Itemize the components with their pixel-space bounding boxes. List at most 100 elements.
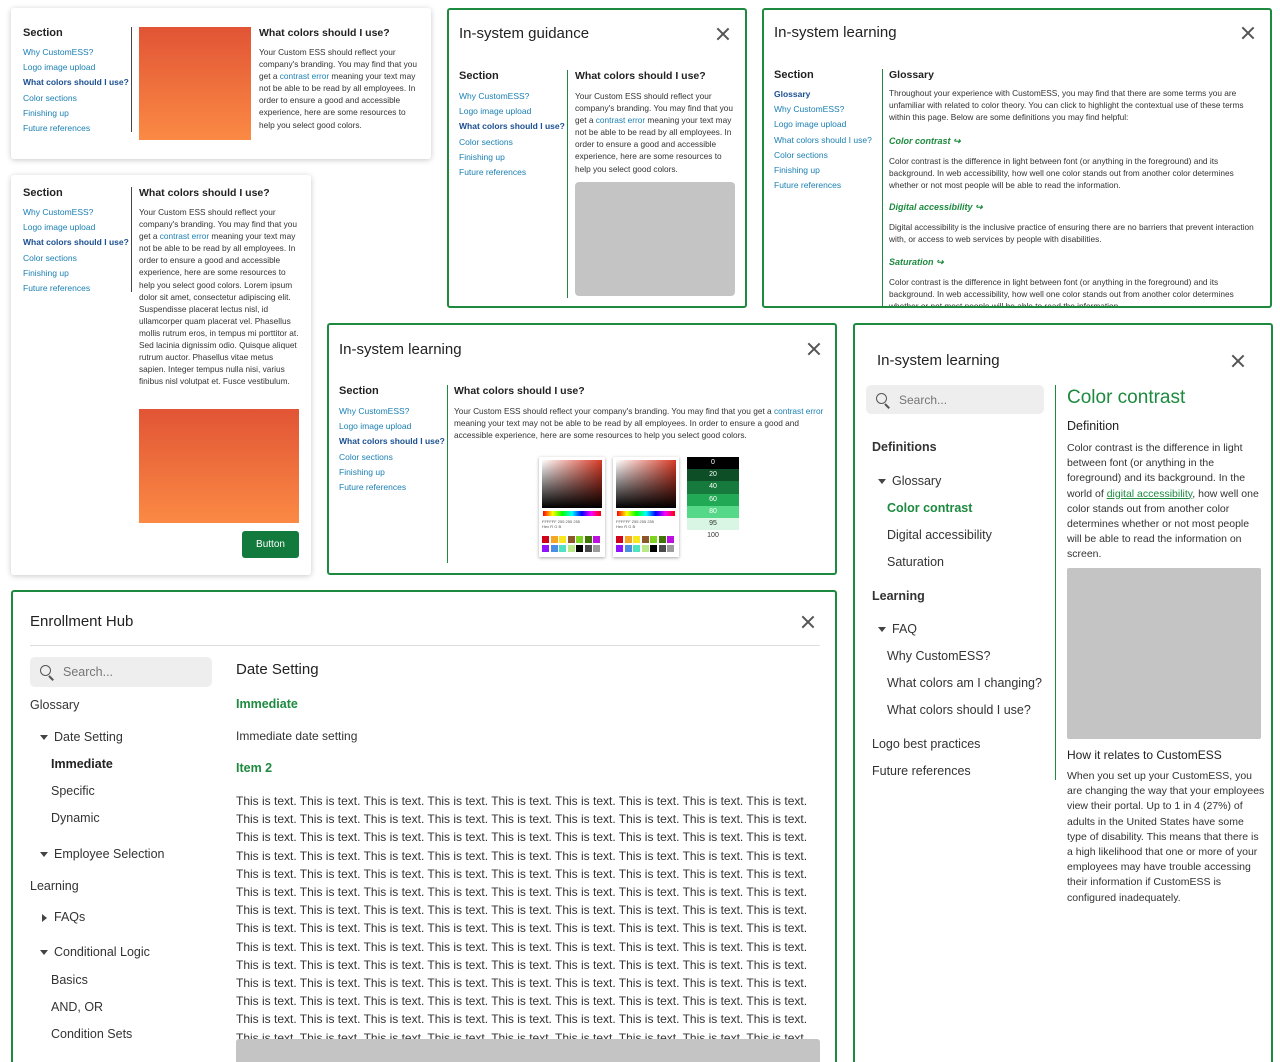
tree-item-what-colors-changing[interactable]: What colors am I changing?: [887, 676, 1042, 690]
nav-item-finishing-up[interactable]: Finishing up: [459, 150, 565, 165]
tree-item-digital-accessibility[interactable]: Digital accessibility: [887, 528, 992, 542]
tree-toggle-conditional-logic[interactable]: Conditional Logic: [40, 945, 150, 959]
tree-item-logo-best-practices[interactable]: Logo best practices: [872, 737, 980, 751]
nav-item-colors[interactable]: What colors should I use?: [339, 434, 445, 449]
nav-item-logo-upload[interactable]: Logo image upload: [23, 60, 129, 75]
nav-item-color-sections[interactable]: Color sections: [459, 135, 565, 150]
section-label: Section: [774, 69, 814, 81]
glossary-term-saturation[interactable]: Saturation ↪: [889, 257, 944, 268]
green-tint-scale: 0 20 40 60 80 95 100: [687, 457, 739, 543]
nav-item-future-references[interactable]: Future references: [339, 480, 445, 495]
tree-item-condition-sets[interactable]: Condition Sets: [51, 1027, 132, 1041]
nav-item-logo-upload[interactable]: Logo image upload: [459, 104, 565, 119]
tree-item-immediate[interactable]: Immediate: [51, 757, 113, 771]
glossary-term-color-contrast[interactable]: Color contrast ↪: [889, 136, 961, 147]
preset-swatches[interactable]: [616, 536, 676, 552]
nav-item-why-customess[interactable]: Why CustomESS?: [23, 205, 129, 220]
contrast-error-link[interactable]: contrast error: [160, 231, 209, 241]
glossary-term-digital-accessibility[interactable]: Digital accessibility ↪: [889, 202, 983, 213]
contrast-error-link[interactable]: contrast error: [774, 406, 823, 416]
learning-label: Learning: [872, 589, 925, 603]
nav-item-logo-upload[interactable]: Logo image upload: [339, 419, 445, 434]
nav-item-color-sections[interactable]: Color sections: [23, 91, 129, 106]
tree-toggle-faqs[interactable]: FAQs: [42, 910, 85, 924]
contrast-error-link[interactable]: contrast error: [280, 71, 329, 81]
nav-item-colors[interactable]: What colors should I use?: [774, 133, 872, 148]
nav-item-future-references[interactable]: Future references: [459, 165, 565, 180]
color-gradient-image: [139, 409, 299, 523]
tree-item-what-colors-use[interactable]: What colors should I use?: [887, 703, 1031, 717]
glossary-definition: Color contrast is the difference in ligh…: [889, 156, 1234, 190]
picker-values: FFFFFF 255 255 255 Hex R G B: [616, 519, 655, 529]
nav-item-finishing-up[interactable]: Finishing up: [23, 266, 129, 281]
search-bar[interactable]: [30, 657, 212, 687]
tint-95: 95: [687, 517, 739, 531]
nav-item-color-sections[interactable]: Color sections: [774, 148, 872, 163]
nav-item-colors[interactable]: What colors should I use?: [23, 235, 129, 250]
close-icon[interactable]: [715, 26, 731, 42]
nav-item-why-customess[interactable]: Why CustomESS?: [459, 89, 565, 104]
image-placeholder: [1067, 568, 1261, 739]
nav-item-colors[interactable]: What colors should I use?: [23, 75, 129, 90]
search-input[interactable]: [899, 392, 1042, 407]
saturation-area[interactable]: [616, 460, 676, 508]
color-picker-1[interactable]: FFFFFF 255 255 255 Hex R G B: [539, 457, 605, 557]
tree-toggle-date-setting[interactable]: Date Setting: [40, 730, 123, 744]
image-placeholder: [575, 182, 735, 296]
search-input[interactable]: [63, 665, 209, 679]
contrast-error-link[interactable]: contrast error: [596, 115, 645, 125]
tree-item-dynamic[interactable]: Dynamic: [51, 811, 100, 825]
close-icon[interactable]: [806, 341, 822, 357]
glossary-intro: Throughout your experience with CustomES…: [889, 88, 1244, 122]
close-icon[interactable]: [800, 614, 816, 630]
tree-item-and-or[interactable]: AND, OR: [51, 1000, 103, 1014]
tree-item-saturation[interactable]: Saturation: [887, 555, 944, 569]
relates-label: How it relates to CustomESS: [1067, 748, 1222, 762]
primary-button[interactable]: Button: [242, 531, 299, 558]
digital-accessibility-link[interactable]: digital accessibility: [1107, 488, 1193, 500]
tree-item-basics[interactable]: Basics: [51, 973, 88, 987]
nav-item-why-customess[interactable]: Why CustomESS?: [23, 45, 129, 60]
tint-0: 0: [687, 457, 739, 470]
color-picker-2[interactable]: FFFFFF 255 255 255 Hex R G B: [613, 457, 679, 557]
nav-item-color-sections[interactable]: Color sections: [23, 251, 129, 266]
search-bar[interactable]: [866, 385, 1044, 414]
content-title: Date Setting: [236, 661, 319, 678]
nav-item-logo-upload[interactable]: Logo image upload: [23, 220, 129, 235]
nav-item-glossary[interactable]: Glossary: [774, 87, 872, 102]
preset-swatches[interactable]: [542, 536, 602, 552]
search-icon: [876, 392, 890, 407]
nav-item-logo-upload[interactable]: Logo image upload: [774, 117, 872, 132]
tree-toggle-glossary[interactable]: Glossary: [878, 474, 941, 488]
tree-item-why-customess[interactable]: Why CustomESS?: [887, 649, 991, 663]
nav-item-color-sections[interactable]: Color sections: [339, 450, 445, 465]
saturation-area[interactable]: [542, 460, 602, 508]
tint-60: 60: [687, 493, 739, 506]
tree-toggle-employee-selection[interactable]: Employee Selection: [40, 847, 164, 861]
close-icon[interactable]: [1240, 25, 1256, 41]
image-placeholder: [236, 1039, 820, 1062]
content-heading: What colors should I use?: [454, 385, 585, 397]
divider: [447, 385, 448, 563]
tree-toggle-faq[interactable]: FAQ: [878, 622, 917, 636]
content-heading: What colors should I use?: [575, 70, 706, 82]
nav-item-finishing-up[interactable]: Finishing up: [339, 465, 445, 480]
nav-item-finishing-up[interactable]: Finishing up: [23, 106, 129, 121]
tree-item-future-references[interactable]: Future references: [872, 764, 971, 778]
nav-item-future-references[interactable]: Future references: [23, 121, 129, 136]
nav-item-future-references[interactable]: Future references: [774, 178, 872, 193]
tree-item-color-contrast[interactable]: Color contrast: [887, 501, 972, 515]
section-nav: Glossary Why CustomESS? Logo image uploa…: [774, 87, 872, 193]
guidance-card-long: Section Why CustomESS? Logo image upload…: [11, 175, 311, 575]
close-icon[interactable]: [1230, 353, 1246, 369]
hue-slider[interactable]: [543, 511, 601, 516]
content-paragraph: Your Custom ESS should reflect your comp…: [454, 406, 824, 441]
nav-item-finishing-up[interactable]: Finishing up: [774, 163, 872, 178]
caret-right-icon: [42, 913, 47, 922]
hue-slider[interactable]: [617, 511, 675, 516]
nav-item-future-references[interactable]: Future references: [23, 281, 129, 296]
tree-item-specific[interactable]: Specific: [51, 784, 95, 798]
nav-item-colors[interactable]: What colors should I use?: [459, 119, 565, 134]
nav-item-why-customess[interactable]: Why CustomESS?: [339, 404, 445, 419]
nav-item-why-customess[interactable]: Why CustomESS?: [774, 102, 872, 117]
